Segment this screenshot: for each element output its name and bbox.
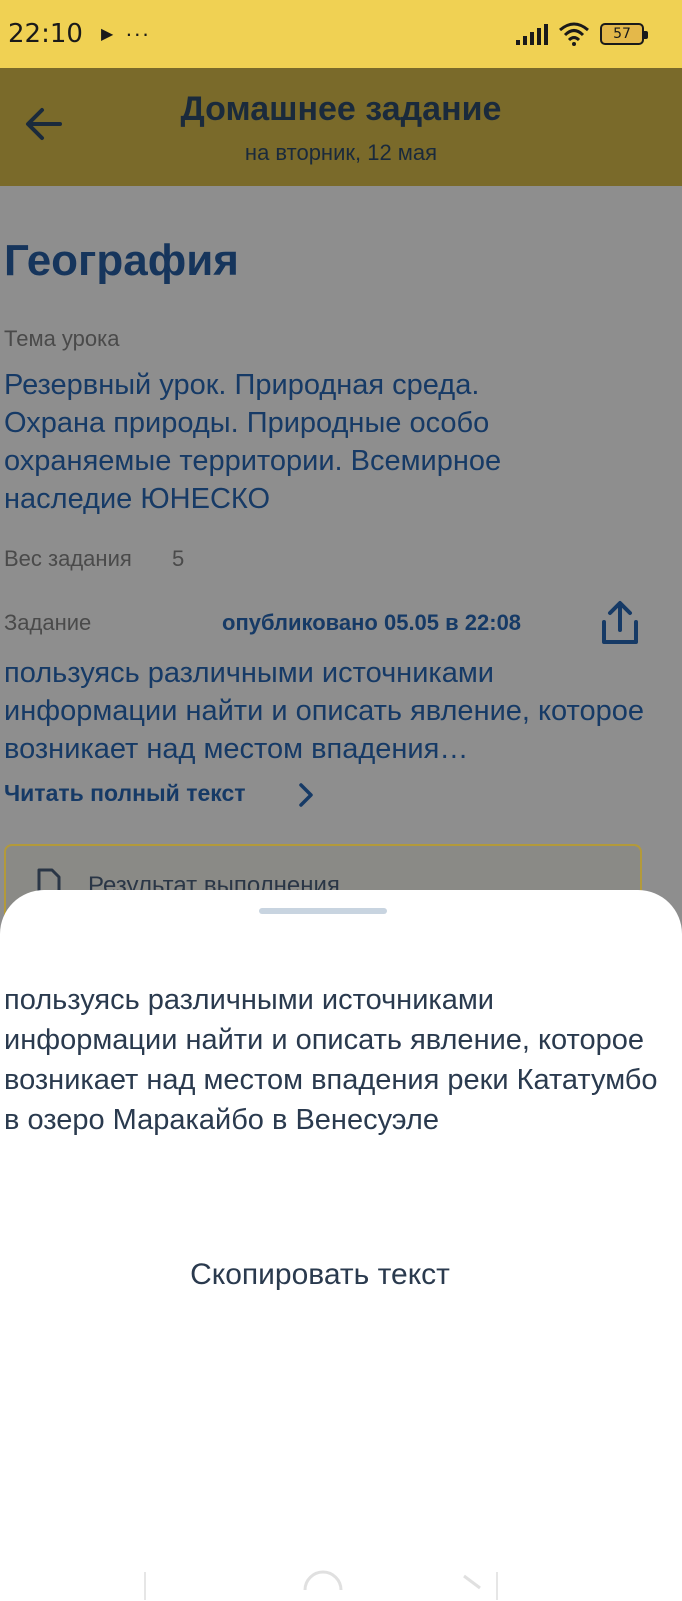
nav-divider	[144, 1572, 146, 1600]
nav-divider	[496, 1572, 498, 1600]
full-task-text: пользуясь различными источниками информа…	[4, 984, 658, 1136]
chevron-right-icon[interactable]	[296, 780, 316, 810]
wifi-icon	[559, 22, 589, 46]
weight-value: 5	[172, 546, 185, 571]
status-indicators: 57	[516, 22, 648, 46]
topic-text: Резервный урок. Природная среда. Охрана …	[4, 369, 502, 515]
home-nav-icon[interactable]	[302, 1570, 344, 1590]
status-bar: 22:10 ▶ ··· 57	[0, 0, 682, 68]
share-icon[interactable]	[600, 600, 640, 646]
status-time: 22:10	[8, 19, 83, 49]
task-preview: пользуясь различными источниками информа…	[4, 657, 644, 765]
task-label: Задание	[4, 610, 92, 635]
signal-icon	[516, 23, 548, 45]
page-subtitle: на вторник, 12 мая	[244, 140, 438, 165]
weight-label: Вес задания	[4, 546, 132, 571]
sheet-drag-handle[interactable]	[259, 908, 387, 914]
copy-text-button[interactable]: Скопировать текст	[160, 1250, 480, 1300]
battery-level: 57	[613, 26, 631, 42]
published-date: опубликовано 05.05 в 22:08	[222, 610, 522, 635]
page-title: Домашнее задание	[180, 90, 502, 128]
bottom-sheet: пользуясь различными источниками информа…	[0, 890, 682, 1601]
subject-title: География	[4, 236, 239, 285]
topic-label: Тема урока	[4, 326, 120, 351]
battery-icon: 57	[600, 23, 648, 45]
play-icon: ▶	[100, 26, 114, 43]
back-nav-icon[interactable]	[462, 1570, 482, 1590]
app-header: Домашнее задание на вторник, 12 мая	[0, 68, 682, 186]
read-full-text-link[interactable]: Читать полный текст	[4, 780, 246, 807]
more-notifications-icon: ···	[125, 21, 151, 46]
